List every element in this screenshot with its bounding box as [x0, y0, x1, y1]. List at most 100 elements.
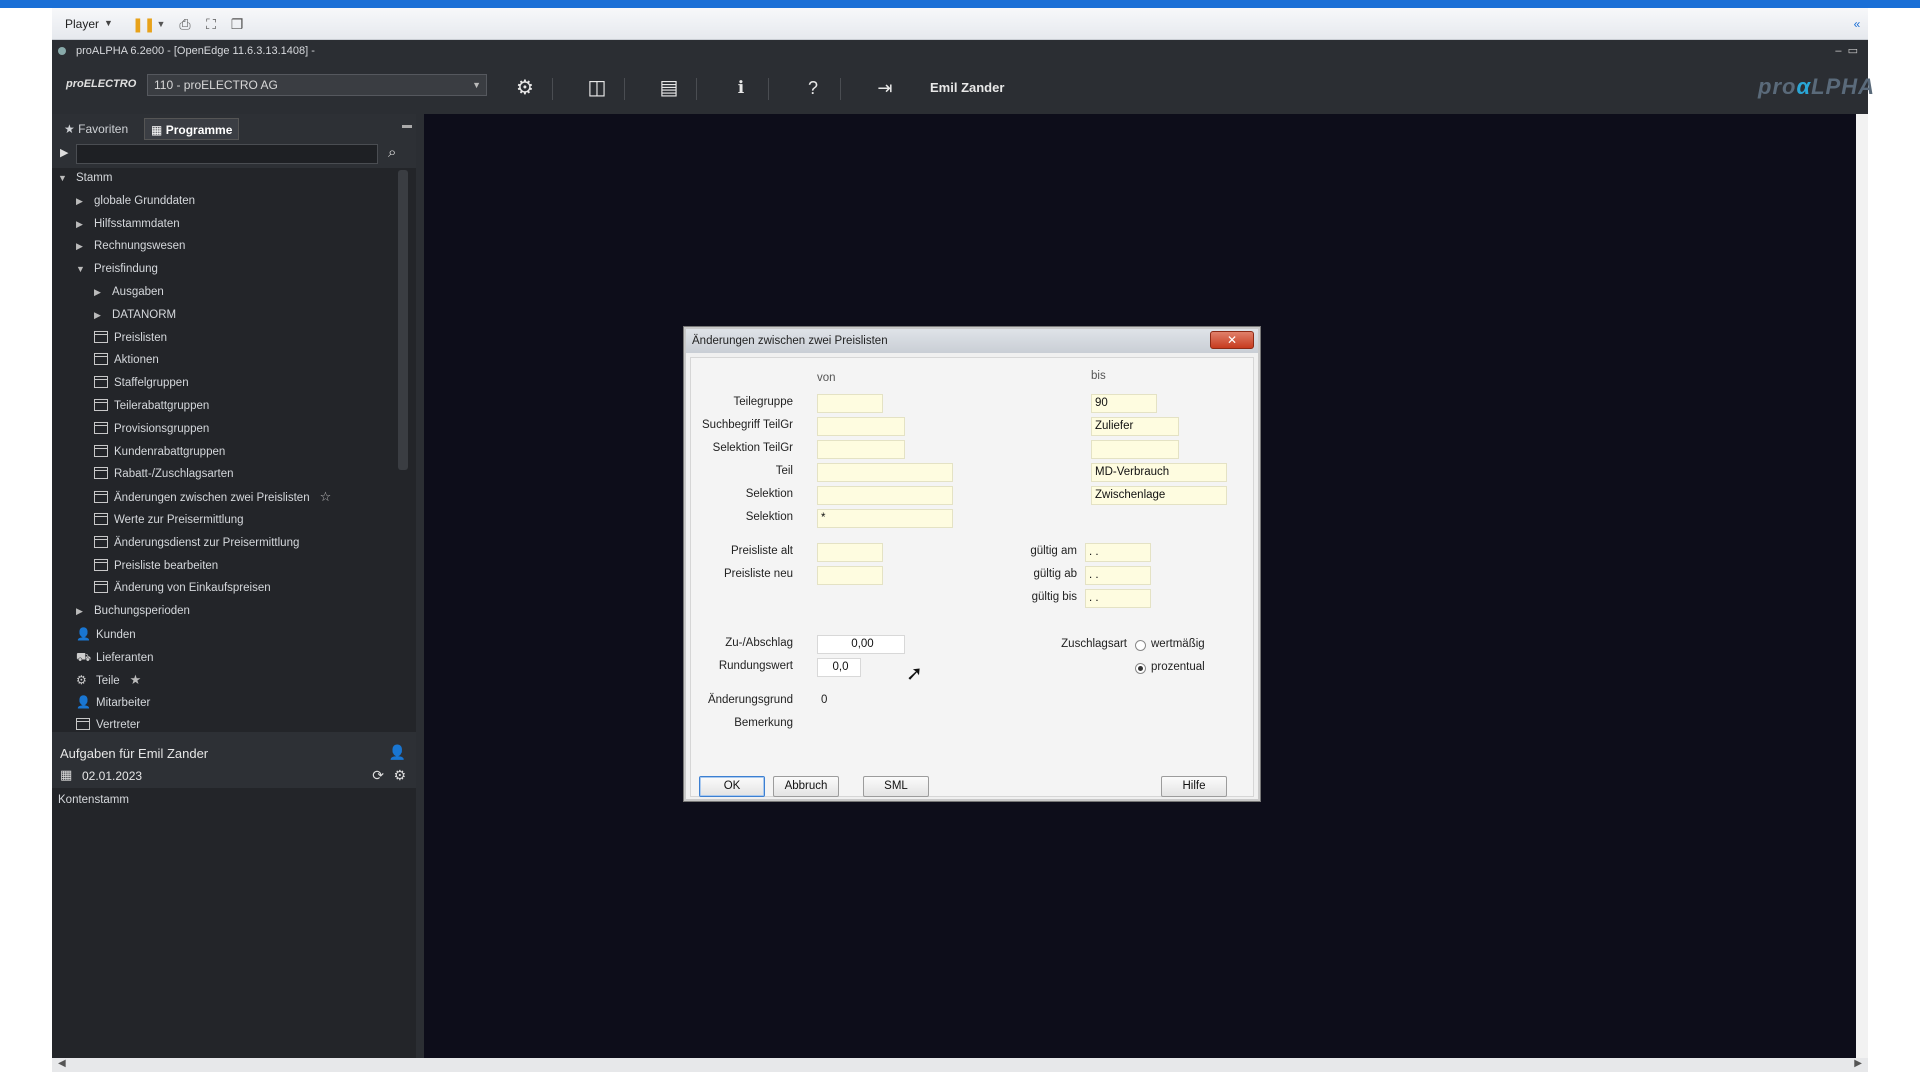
tree-item[interactable]: ▶ globale Grunddaten	[76, 191, 195, 211]
vertical-scrollbar[interactable]	[1856, 114, 1868, 1058]
suchbegriff-from-input[interactable]	[817, 417, 905, 436]
hilfe-button[interactable]: Hilfe	[1161, 776, 1227, 797]
preisliste-alt-input[interactable]	[817, 543, 883, 562]
tree-item[interactable]: Vertreter	[76, 715, 140, 732]
teilegruppe-from-input[interactable]	[817, 394, 883, 413]
tree-item[interactable]: ▶ Ausgaben	[94, 282, 164, 302]
fullscreen-icon[interactable]: ⛶	[202, 15, 220, 33]
player-menu-label[interactable]: Player	[65, 17, 99, 31]
close-button[interactable]: ✕	[1210, 331, 1254, 349]
tree-item[interactable]: Änderung von Einkaufspreisen	[94, 578, 271, 598]
tree-item[interactable]: Teilerabattgruppen	[94, 396, 209, 416]
refresh-icon[interactable]: ⟳	[372, 767, 384, 784]
tree-scrollbar[interactable]	[398, 170, 408, 470]
teil-to-input[interactable]: MD-Verbrauch	[1091, 463, 1227, 482]
user-icon[interactable]: 👤	[389, 744, 406, 761]
selektion-teilgr-from-input[interactable]	[817, 440, 905, 459]
tree-item[interactable]: Preisliste bearbeiten	[94, 556, 218, 576]
info-icon[interactable]: ℹ	[728, 75, 754, 101]
chevron-right-icon[interactable]: ▶	[76, 236, 88, 256]
chevron-right-icon[interactable]: ▶	[76, 601, 88, 621]
rundungswert-input[interactable]: 0,0	[817, 658, 861, 677]
gear-icon[interactable]: ⚙	[512, 75, 538, 101]
search-icon[interactable]: ⌕	[388, 144, 396, 161]
tree-item-label: Änderung von Einkaufspreisen	[114, 582, 271, 595]
selektion-2-input[interactable]: *	[817, 509, 953, 528]
tab-favoriten[interactable]: ★ Favoriten	[58, 118, 134, 140]
tree-item[interactable]: Rabatt-/Zuschlagsarten	[94, 464, 234, 484]
chevron-down-icon[interactable]: ▼	[104, 18, 113, 28]
label-bemerkung: Bemerkung	[734, 717, 793, 729]
tree-item[interactable]: Preislisten	[94, 328, 167, 348]
radio-wertmaessig[interactable]	[1135, 640, 1146, 651]
selektion-to-input[interactable]: Zwischenlage	[1091, 486, 1227, 505]
form-icon	[94, 513, 108, 525]
star-icon[interactable]: ☆	[320, 489, 332, 504]
chevron-right-icon[interactable]: ▶	[76, 191, 88, 211]
tree-item[interactable]: Provisionsgruppen	[94, 419, 209, 439]
preisliste-neu-input[interactable]	[817, 566, 883, 585]
tree-item[interactable]: ⛟ Lieferanten	[76, 647, 154, 667]
aenderungsgrund-value[interactable]: 0	[821, 694, 827, 706]
mandant-select[interactable]: 110 - proELECTRO AG ▼	[147, 74, 487, 96]
tree-item[interactable]: Kundenrabattgruppen	[94, 442, 225, 462]
tree-item[interactable]: 👤 Mitarbeiter	[76, 692, 150, 712]
pin-icon[interactable]: ▬	[402, 120, 412, 131]
tree-item[interactable]: ▼ Preisfindung	[76, 259, 158, 279]
radio-prozentual[interactable]	[1135, 663, 1146, 674]
layout-icon[interactable]: ▤	[656, 75, 682, 101]
scroll-right-icon[interactable]: ▶	[1854, 1058, 1862, 1069]
gueltig-ab-input[interactable]: . .	[1085, 566, 1151, 585]
window-controls[interactable]: – ▭	[1835, 40, 1858, 62]
tab-programme[interactable]: ▦ Programme	[144, 118, 240, 140]
chevron-right-icon[interactable]: ▶	[94, 282, 106, 302]
nav-search-input[interactable]	[76, 144, 378, 164]
tree-item[interactable]: ▶ DATANORM	[94, 305, 176, 325]
teilegruppe-to-input[interactable]: 90	[1091, 394, 1157, 413]
panel-divider[interactable]	[416, 114, 424, 1058]
tree-item[interactable]: ▶ Buchungsperioden	[76, 601, 190, 621]
help-icon[interactable]: ?	[800, 75, 826, 101]
columns-icon[interactable]: ◫	[584, 75, 610, 101]
radio-wertmaessig-label[interactable]: wertmäßig	[1151, 638, 1205, 650]
play-icon[interactable]: ▶	[60, 146, 68, 159]
horizontal-scrollbar[interactable]: ◀ ▶	[52, 1058, 1868, 1072]
tree-item[interactable]: ▶ Rechnungswesen	[76, 236, 185, 256]
gueltig-am-input[interactable]: . .	[1085, 543, 1151, 562]
chevron-down-icon[interactable]: ▼	[76, 259, 88, 279]
teil-from-input[interactable]	[817, 463, 953, 482]
logout-icon[interactable]: ⇥	[872, 75, 898, 101]
tree-item[interactable]: ▼ Stamm	[58, 168, 112, 188]
collapse-icon[interactable]: «	[1848, 15, 1866, 33]
gueltig-bis-input[interactable]: . .	[1085, 589, 1151, 608]
sml-button[interactable]: SML	[863, 776, 929, 797]
tree-item[interactable]: Staffelgruppen	[94, 373, 189, 393]
chevron-right-icon[interactable]: ▶	[94, 305, 106, 325]
chevron-right-icon[interactable]: ▶	[76, 214, 88, 234]
suchbegriff-to-input[interactable]: Zuliefer	[1091, 417, 1179, 436]
tree-item[interactable]: 👤 Kunden	[76, 624, 136, 644]
gear-icon[interactable]: ⚙	[393, 767, 406, 784]
window-icon[interactable]: ❐	[228, 15, 246, 33]
selektion-from-input[interactable]	[817, 486, 953, 505]
recent-item[interactable]: Kontenstamm	[58, 794, 129, 806]
zu-abschlag-input[interactable]: 0,00	[817, 635, 905, 654]
abbruch-button[interactable]: Abbruch	[773, 776, 839, 797]
ok-button[interactable]: OK	[699, 776, 765, 797]
selektion-teilgr-to-input[interactable]	[1091, 440, 1179, 459]
tab-label: Favoriten	[78, 122, 129, 136]
calendar-icon[interactable]: ▦	[60, 767, 72, 783]
pause-icon[interactable]: ❚❚	[132, 15, 155, 33]
chevron-down-icon[interactable]: ▼	[58, 168, 70, 188]
star-icon[interactable]: ★	[130, 672, 142, 687]
tree-item[interactable]: Aktionen	[94, 350, 159, 370]
tree-item[interactable]: ⚙ Teile ★	[76, 670, 141, 690]
scroll-left-icon[interactable]: ◀	[58, 1058, 66, 1069]
print-icon[interactable]: ⎙	[176, 15, 194, 33]
radio-prozentual-label[interactable]: prozentual	[1151, 661, 1205, 673]
tree-item[interactable]: Änderungen zwischen zwei Preislisten ☆	[94, 487, 331, 507]
tree-item[interactable]: Änderungsdienst zur Preisermittlung	[94, 533, 299, 553]
tree-item[interactable]: Werte zur Preisermittlung	[94, 510, 244, 530]
tree-item[interactable]: ▶ Hilfsstammdaten	[76, 214, 180, 234]
chevron-down-icon[interactable]: ▼	[152, 15, 170, 33]
